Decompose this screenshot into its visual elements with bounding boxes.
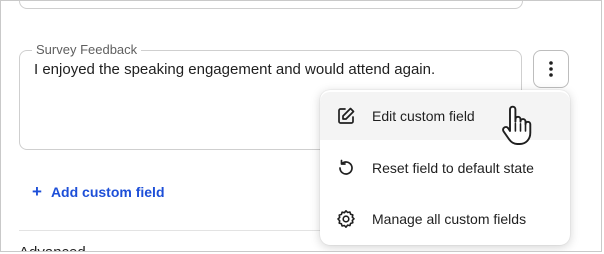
- field-label: Survey Feedback: [32, 42, 142, 58]
- plus-icon: +: [32, 182, 42, 201]
- section-heading: Advanced: [19, 244, 86, 251]
- edit-icon: [335, 105, 357, 127]
- menu-item-label: Reset field to default state: [372, 160, 534, 176]
- reset-icon: [335, 157, 357, 179]
- menu-item-reset-field[interactable]: Reset field to default state: [320, 144, 570, 192]
- gear-icon: [335, 208, 357, 230]
- add-custom-field-link[interactable]: + Add custom field: [32, 182, 165, 201]
- kebab-vertical-icon: [549, 61, 553, 77]
- field-options-button[interactable]: [533, 50, 569, 88]
- add-custom-field-label: Add custom field: [50, 184, 165, 200]
- field-value[interactable]: I enjoyed the speaking engagement and wo…: [34, 61, 435, 79]
- previous-field[interactable]: [19, 1, 523, 9]
- menu-item-label: Manage all custom fields: [372, 211, 527, 227]
- hand-pointer-icon: [502, 105, 532, 145]
- menu-item-label: Edit custom field: [372, 108, 475, 124]
- panel-frame: Survey Feedback I enjoyed the speaking e…: [0, 0, 602, 252]
- menu-item-manage-custom-fields[interactable]: Manage all custom fields: [320, 195, 570, 243]
